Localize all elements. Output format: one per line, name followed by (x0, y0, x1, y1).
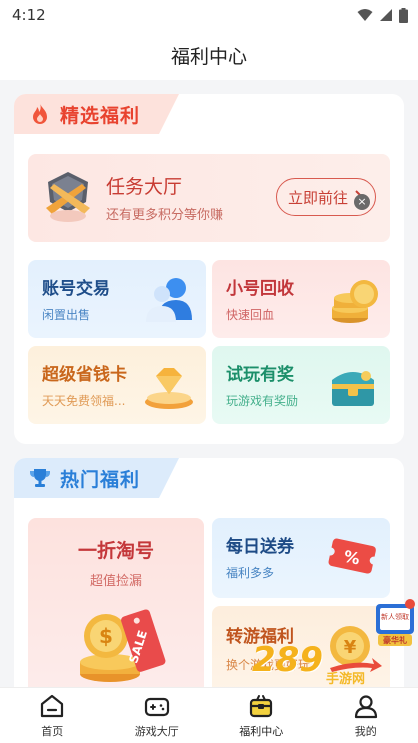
featured-section-title: 精选福利 (60, 104, 141, 127)
wifi-icon (357, 9, 373, 21)
account-trade-card[interactable]: 账号交易 闲置出售 (28, 260, 206, 338)
account-recycle-subtitle: 快速回血 (226, 308, 275, 322)
nav-label-welfare-center: 福利中心 (239, 725, 284, 738)
daily-coupon-subtitle: 福利多多 (226, 566, 275, 580)
trial-reward-subtitle: 玩游戏有奖励 (226, 394, 299, 408)
close-icon[interactable]: × (354, 194, 370, 210)
discount-account-card[interactable]: 一折淘号 超值捡漏 $ SALE (28, 518, 204, 687)
nav-item-game-hall[interactable]: 游戏大厅 (105, 688, 210, 743)
hot-section-header: 热门福利 (14, 458, 179, 498)
trial-reward-title: 试玩有奖 (226, 365, 294, 385)
flame-icon (33, 103, 47, 124)
watermark-logo: 289 手游网 (252, 640, 392, 690)
gift-box-icon (250, 695, 273, 718)
crossed-swords-shield-icon (46, 172, 90, 222)
nav-item-home[interactable]: 首页 (0, 688, 105, 743)
gift-label: 新人领取 (381, 612, 409, 621)
featured-section-header: 精选福利 (14, 94, 179, 134)
page-title: 福利中心 (170, 45, 247, 68)
watermark-text: 289 (252, 640, 323, 680)
title-bar: 福利中心 (0, 30, 418, 80)
hot-section-title: 热门福利 (60, 468, 141, 491)
task-hall-subtitle: 还有更多积分等你赚 (106, 208, 224, 223)
account-trade-subtitle: 闲置出售 (42, 308, 91, 322)
home-icon (41, 694, 64, 718)
account-trade-title: 账号交易 (42, 279, 110, 299)
watermark-sub: 手游网 (326, 672, 366, 687)
status-bar: 4:12 (0, 0, 418, 30)
gem-pedestal-icon (145, 368, 193, 409)
trial-reward-card[interactable]: 试玩有奖 玩游戏有奖励 (212, 346, 390, 424)
discount-account-title: 一折淘号 (77, 540, 154, 562)
nav-item-welfare-center[interactable]: 福利中心 (209, 688, 314, 743)
svg-text:$: $ (99, 624, 113, 648)
super-saver-title: 超级省钱卡 (42, 365, 127, 385)
sale-coins-icon: $ SALE (80, 609, 166, 682)
trophy-icon (30, 469, 50, 487)
go-now-label: 立即前往 (287, 188, 348, 207)
battery-icon (399, 7, 408, 23)
signal-icon (380, 9, 392, 21)
daily-coupon-title: 每日送券 (226, 537, 294, 557)
task-hall-card[interactable]: 任务大厅 还有更多积分等你赚 立即前往 (28, 154, 390, 242)
treasure-chest-icon (332, 371, 374, 406)
featured-section: 精选福利 任务大厅 还有更多积分等你赚 立即前往 账号交易 闲置出售 小号回收 … (14, 94, 404, 444)
users-icon (146, 278, 192, 322)
user-icon (354, 695, 377, 719)
super-saver-card[interactable]: 超级省钱卡 天天免费领福... (28, 346, 206, 424)
bottom-nav: 首页 游戏大厅 福利中心 我的 (0, 687, 418, 743)
nav-label-game-hall: 游戏大厅 (134, 725, 179, 738)
super-saver-subtitle: 天天免费领福... (42, 394, 126, 408)
account-recycle-title: 小号回收 (226, 279, 294, 299)
gamepad-icon (144, 697, 169, 717)
status-icons (357, 7, 408, 23)
daily-coupon-card[interactable]: 每日送券 福利多多 % (212, 518, 390, 598)
status-time: 4:12 (12, 6, 46, 24)
nav-label-profile: 我的 (354, 725, 377, 738)
content-scroll-area[interactable]: 精选福利 任务大厅 还有更多积分等你赚 立即前往 账号交易 闲置出售 小号回收 … (0, 80, 418, 687)
discount-account-subtitle: 超值捡漏 (89, 574, 142, 589)
coin-stack-icon (332, 280, 378, 323)
nav-item-profile[interactable]: 我的 (314, 688, 418, 743)
task-hall-title: 任务大厅 (106, 176, 183, 198)
nav-label-home: 首页 (41, 725, 64, 738)
coupon-ticket-icon: % (326, 538, 378, 574)
account-recycle-card[interactable]: 小号回收 快速回血 (212, 260, 390, 338)
